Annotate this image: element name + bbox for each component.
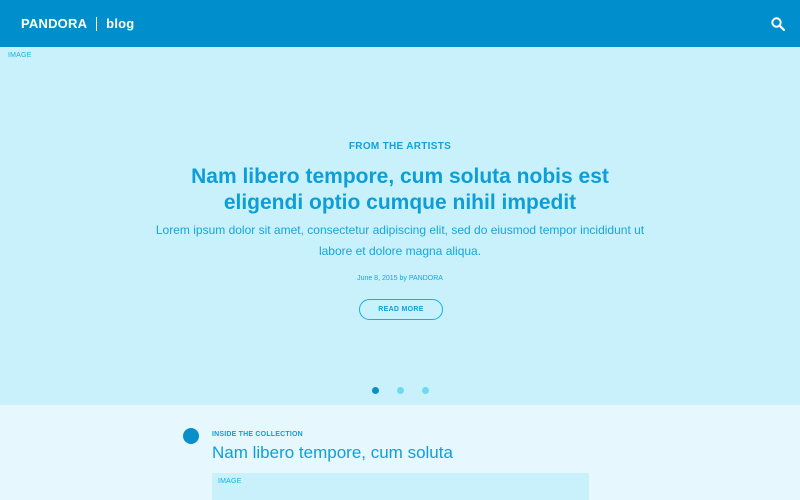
article-image-placeholder[interactable]: IMAGE [212, 473, 589, 500]
slider-dots [0, 387, 800, 394]
article-category[interactable]: INSIDE THE COLLECTION [212, 431, 303, 438]
hero-slider: IMAGE FROM THE ARTISTS Nam libero tempor… [0, 47, 800, 405]
slider-dot-1[interactable] [371, 387, 379, 394]
article-title[interactable]: Nam libero tempore, cum soluta [212, 443, 453, 463]
hero-title[interactable]: Nam libero tempore, cum soluta nobis est… [150, 164, 650, 216]
article-image-placeholder-label: IMAGE [218, 478, 242, 485]
brand-divider [96, 16, 98, 31]
hero-image-placeholder-label: IMAGE [8, 52, 32, 59]
hero-meta: June 8, 2015 by PANDORA [357, 275, 443, 282]
article-bullet-icon [183, 428, 199, 444]
hero-category[interactable]: FROM THE ARTISTS [0, 141, 800, 152]
brand[interactable]: PANDORA blog [21, 16, 134, 31]
slider-dot-3[interactable] [421, 387, 429, 394]
search-icon [771, 17, 786, 32]
slider-dot-2[interactable] [396, 387, 404, 394]
brand-section: blog [106, 16, 135, 31]
article-preview: INSIDE THE COLLECTION Nam libero tempore… [0, 405, 800, 500]
top-navigation-bar: PANDORA blog [0, 0, 800, 47]
hero-subtitle: Lorem ipsum dolor sit amet, consectetur … [155, 223, 645, 258]
read-more-button[interactable]: READ MORE [359, 299, 443, 320]
brand-name: PANDORA [21, 16, 88, 31]
search-button[interactable] [770, 16, 786, 32]
